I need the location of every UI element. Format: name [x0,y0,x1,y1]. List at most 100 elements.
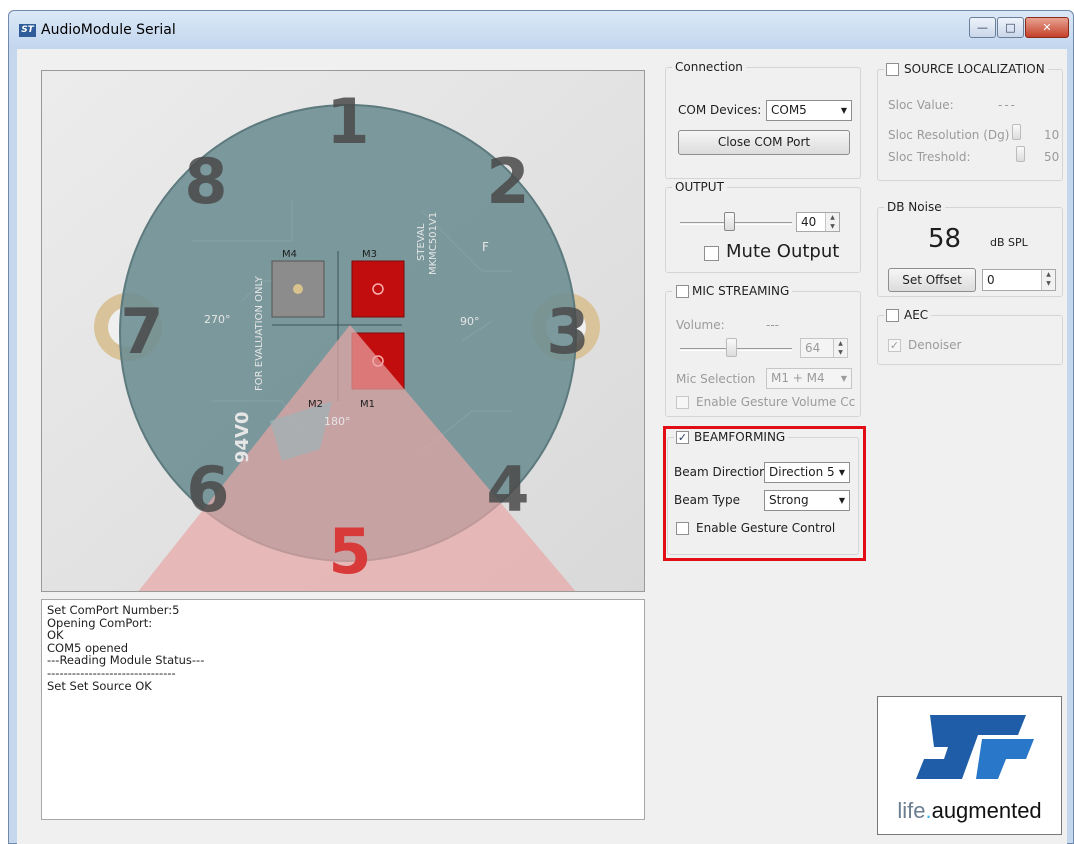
output-level-value: 40 [801,215,817,229]
mic-volume-value: 64 [805,341,821,355]
direction-label-1: 1 [326,85,369,158]
log-line: Set ComPort Number:5 [47,603,180,617]
mic-m3-pad [351,260,405,318]
title-bar[interactable]: ST AudioModule Serial — □ ✕ [9,11,1073,49]
offset-spinner[interactable]: 0 ▲ ▼ [982,269,1056,291]
gesture-volume-checkbox[interactable] [676,396,689,409]
chevron-down-icon: ▼ [840,106,847,115]
log-textbox[interactable]: Set ComPort Number:5 Opening ComPort: OK… [41,599,645,820]
direction-label-8: 8 [184,145,227,218]
log-line: Set Set Source OK [47,678,152,693]
board-label-part: STEVAL [416,223,427,261]
spinner-arrows-icon[interactable]: ▲ ▼ [825,213,839,231]
mic-streaming-title-wrap: MIC STREAMING [672,284,793,298]
mic-streaming-title: MIC STREAMING [692,284,790,298]
direction-label-4: 4 [486,453,529,526]
mute-output-checkbox[interactable] [704,246,719,261]
st-app-icon: ST [19,24,36,37]
mic-streaming-checkbox[interactable] [676,285,689,298]
mic-selection-select[interactable]: M1 + M4 ▼ [766,368,852,389]
app-window: ST AudioModule Serial — □ ✕ M4 M3 M2 M1 … [8,10,1074,844]
connection-group: Connection COM Devices: COM5 ▼ Close COM… [665,60,861,179]
source-localization-checkbox[interactable] [886,63,899,76]
minimize-button[interactable]: — [969,17,996,38]
board-label-m2: M2 [308,399,323,410]
output-volume-track[interactable] [680,222,792,225]
close-com-port-button[interactable]: Close COM Port [678,130,850,155]
mic-volume-label: Volume: [676,318,725,332]
st-logo-icon [916,715,1034,779]
denoiser-label: Denoiser [908,338,962,352]
board-label-m4: M4 [282,249,297,260]
board-label-eval: FOR EVALUATION ONLY [254,275,265,391]
aec-checkbox[interactable] [886,309,899,322]
com-devices-label: COM Devices: [678,103,762,117]
set-offset-button[interactable]: Set Offset [888,268,976,292]
tagline-life: life [897,798,926,823]
board-label-180: 180° [324,415,351,428]
spinner-arrows-icon[interactable]: ▲ ▼ [833,339,847,357]
sloc-threshold-slider[interactable] [1016,146,1025,162]
sloc-title: SOURCE LOCALIZATION [904,62,1045,76]
sloc-value: --- [998,98,1017,112]
db-noise-group: DB Noise 58 dB SPL Set Offset 0 ▲ ▼ [877,200,1063,297]
sloc-threshold-value: 50 [1044,150,1060,164]
log-line: ------------------------------- [47,665,176,680]
offset-value: 0 [987,273,995,287]
mic-volume-readout: --- [766,318,779,332]
com-devices-value: COM5 [771,103,807,117]
close-button[interactable]: ✕ [1025,17,1069,38]
sloc-resolution-label: Sloc Resolution (Dg) [888,128,1010,142]
gesture-volume-label: Enable Gesture Volume Cc [696,395,856,409]
source-localization-group: SOURCE LOCALIZATION Sloc Value: --- Sloc… [877,62,1063,181]
board-label-90: 90° [460,315,480,328]
sloc-resolution-slider[interactable] [1012,124,1021,140]
board-label-m1: M1 [360,399,375,410]
mic-streaming-group: MIC STREAMING Volume: --- 64 ▲ ▼ Mic Sele… [665,284,861,417]
direction-label-2: 2 [486,145,529,218]
aec-group: AEC ✓ Denoiser [877,308,1063,365]
maximize-button[interactable]: □ [997,17,1024,38]
mute-output-label: Mute Output [726,241,840,262]
output-volume-slider[interactable] [724,212,735,231]
log-line: OK [47,628,64,643]
mic-selection-label: Mic Selection [676,372,756,386]
output-group: OUTPUT 40 ▲ ▼ Mute Output [665,180,861,273]
direction-label-3: 3 [546,295,589,368]
db-noise-value: 58 [928,224,962,254]
db-noise-unit: dB SPL [990,236,1028,249]
board-label-m3: M3 [362,249,377,260]
st-tagline: life.augmented [878,798,1061,824]
output-level-spinner[interactable]: 40 ▲ ▼ [796,212,840,232]
board-image-panel: M4 M3 M2 M1 270° 90° 180° STEVAL MKMC501… [41,70,645,592]
denoiser-checkbox[interactable]: ✓ [888,339,901,352]
direction-label-5: 5 [328,515,371,588]
sloc-title-wrap: SOURCE LOCALIZATION [884,62,1048,76]
sloc-value-label: Sloc Value: [888,98,954,112]
tagline-augmented: augmented [931,798,1042,823]
direction-label-7: 7 [120,295,163,368]
board-label-270: 270° [204,313,231,326]
window-title: AudioModule Serial [41,22,176,38]
board-label-94v0: 94V0 [232,411,253,463]
mic-volume-spinner[interactable]: 64 ▲ ▼ [800,338,848,358]
client-area: M4 M3 M2 M1 270° 90° 180° STEVAL MKMC501… [17,49,1067,844]
board-label-side: F [482,240,489,254]
direction-label-6: 6 [186,453,229,526]
board-image: M4 M3 M2 M1 270° 90° 180° STEVAL MKMC501… [42,71,644,591]
board-label-part2: MKMC501V1 [428,212,439,275]
aec-title: AEC [904,308,929,322]
log-line: Opening ComPort: [47,615,153,630]
spinner-arrows-icon[interactable]: ▲ ▼ [1041,270,1055,290]
chevron-down-icon: ▼ [840,374,847,383]
mic-volume-slider[interactable] [726,338,737,357]
mic-selection-value: M1 + M4 [771,371,825,385]
beamforming-highlight-box [663,426,866,561]
st-logo-panel: life.augmented [877,696,1062,835]
db-noise-title: DB Noise [884,200,945,214]
connection-title: Connection [672,60,746,74]
com-devices-select[interactable]: COM5 ▼ [766,100,852,121]
sloc-threshold-label: Sloc Treshold: [888,150,971,164]
sloc-resolution-value: 10 [1044,128,1060,142]
output-title: OUTPUT [672,180,727,194]
